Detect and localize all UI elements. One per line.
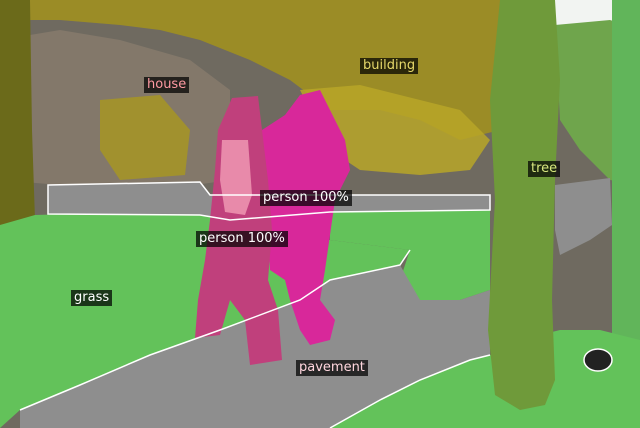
person-front-shirt-highlight [220, 140, 252, 215]
segmentation-scene: building house tree person 100% person 1… [0, 0, 640, 428]
dark-object [583, 348, 613, 372]
label-person-1: person 100% [260, 190, 352, 206]
label-house: house [144, 77, 190, 93]
left-tree-mask [0, 0, 35, 225]
label-grass: grass [71, 290, 113, 306]
label-tree: tree [528, 161, 561, 177]
label-pavement: pavement [296, 360, 368, 376]
tree-trunk-mask [488, 0, 560, 410]
label-person-2: person 100% [196, 231, 288, 247]
label-building: building [360, 58, 419, 74]
